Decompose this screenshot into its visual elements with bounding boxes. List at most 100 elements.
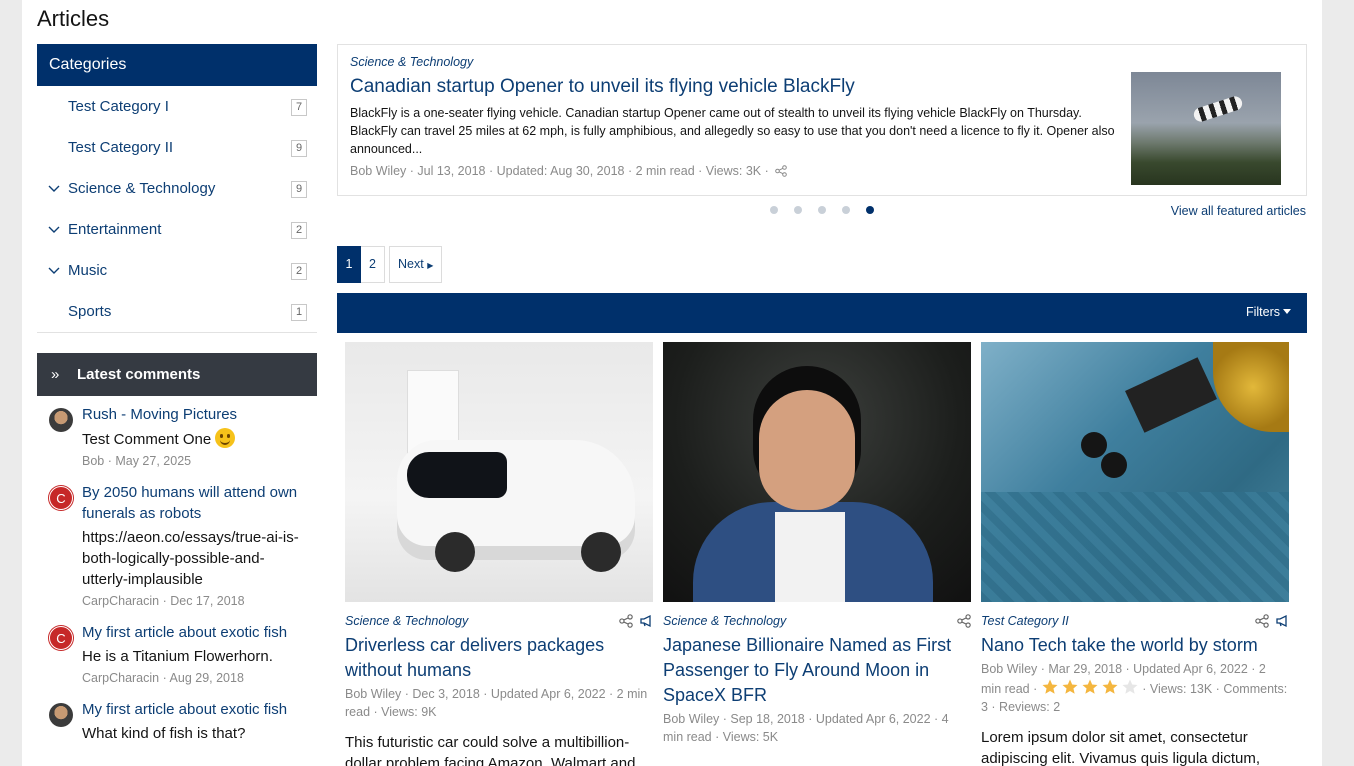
- article-image[interactable]: [345, 342, 653, 602]
- carousel-dot-active[interactable]: [866, 206, 874, 214]
- article-card: Science & Technology Driverless car deli…: [345, 342, 653, 766]
- head-shape: [759, 390, 855, 510]
- article-excerpt: Lorem ipsum dolor sit amet, consectetur …: [981, 729, 1261, 766]
- category-label[interactable]: Music: [68, 250, 107, 291]
- shirt-shape: [775, 512, 845, 602]
- featured-description: BlackFly is a one-seater flying vehicle.…: [350, 106, 1115, 156]
- chevron-down-icon[interactable]: [47, 209, 61, 250]
- featured-category-link[interactable]: Science & Technology: [350, 55, 473, 69]
- category-count-badge: 2: [291, 222, 307, 239]
- comment-item: C My first article about exotic fish He …: [37, 622, 317, 685]
- article-title-link[interactable]: Japanese Billionaire Named as First Pass…: [663, 633, 971, 708]
- featured-meta-text: Bob Wiley · Jul 13, 2018 · Updated: Aug …: [350, 164, 769, 178]
- megaphone-icon[interactable]: [639, 614, 653, 628]
- avatar: [49, 703, 73, 727]
- comment-article-link[interactable]: My first article about exotic fish: [82, 622, 317, 643]
- page-button-2[interactable]: 2: [361, 246, 385, 283]
- carousel-dots: [770, 206, 874, 214]
- caret-right-icon: ▶: [427, 261, 434, 270]
- circuit-board-shape: [981, 492, 1289, 602]
- article-meta: Bob Wiley · Dec 3, 2018 · Updated Apr 6,…: [345, 687, 648, 719]
- category-item-entertainment[interactable]: Entertainment 2: [37, 209, 317, 250]
- chevron-down-icon[interactable]: [47, 168, 61, 209]
- category-label[interactable]: Test Category II: [68, 127, 173, 168]
- category-item-test-category-ii[interactable]: Test Category II 9: [37, 127, 317, 168]
- avatar: [49, 408, 73, 432]
- caret-down-icon: [1283, 309, 1291, 314]
- article-views: · Views: 13K ·: [1142, 682, 1220, 696]
- share-icon[interactable]: [619, 614, 633, 628]
- article-image[interactable]: [663, 342, 971, 602]
- megaphone-icon[interactable]: [1275, 614, 1289, 628]
- category-label[interactable]: Science & Technology: [68, 168, 215, 209]
- article-category: Test Category II: [981, 614, 1289, 628]
- wheel-shape: [581, 532, 621, 572]
- chevron-down-icon[interactable]: [47, 250, 61, 291]
- latest-comments-header: » Latest comments: [37, 353, 317, 396]
- next-page-button[interactable]: Next ▶: [389, 246, 443, 283]
- filters-dropdown[interactable]: Filters: [1246, 305, 1291, 319]
- comment-item: C By 2050 humans will attend own funeral…: [37, 482, 317, 608]
- category-item-sports[interactable]: Sports 1: [37, 291, 317, 332]
- article-title-link[interactable]: Nano Tech take the world by storm: [981, 633, 1289, 658]
- article-category-link[interactable]: Science & Technology: [663, 614, 786, 628]
- star-filled-icon[interactable]: [1041, 678, 1059, 696]
- carousel-dot[interactable]: [842, 206, 850, 214]
- star-filled-icon[interactable]: [1081, 678, 1099, 696]
- flying-vehicle-shape: [1192, 94, 1244, 124]
- article-category-link[interactable]: Test Category II: [981, 614, 1069, 628]
- comment-text: What kind of fish is that?: [82, 725, 246, 742]
- wheel-shape: [435, 532, 475, 572]
- car-window-shape: [407, 452, 507, 498]
- category-item-science-technology[interactable]: Science & Technology 9: [37, 168, 317, 209]
- featured-image[interactable]: [1131, 72, 1281, 185]
- comment-article-link[interactable]: By 2050 humans will attend own funerals …: [82, 482, 317, 524]
- star-filled-icon[interactable]: [1101, 678, 1119, 696]
- category-count-badge: 9: [291, 140, 307, 157]
- article-category: Science & Technology: [663, 614, 971, 628]
- share-icon[interactable]: [775, 165, 788, 177]
- star-filled-icon[interactable]: [1061, 678, 1079, 696]
- featured-title-link[interactable]: Canadian startup Opener to unveil its fl…: [350, 76, 855, 98]
- comment-text: https://aeon.co/essays/true-ai-is-both-l…: [82, 529, 299, 588]
- view-all-featured-link[interactable]: View all featured articles: [1171, 204, 1306, 218]
- article-title-link[interactable]: Driverless car delivers packages without…: [345, 633, 653, 683]
- category-count-badge: 9: [291, 181, 307, 198]
- comment-text-content: Test Comment One: [82, 431, 212, 448]
- filter-bar: Filters: [337, 293, 1307, 333]
- article-image[interactable]: [981, 342, 1289, 602]
- chip-shape: [1125, 357, 1217, 433]
- comment-article-link[interactable]: Rush - Moving Pictures: [82, 404, 317, 425]
- category-count-badge: 1: [291, 304, 307, 321]
- featured-article: Science & Technology Canadian startup Op…: [337, 44, 1307, 196]
- category-item-music[interactable]: Music 2: [37, 250, 317, 291]
- page-button-1[interactable]: 1: [337, 246, 361, 283]
- carousel-dot[interactable]: [794, 206, 802, 214]
- share-icon[interactable]: [957, 614, 971, 628]
- page: Articles Categories Test Category I 7 Te…: [22, 0, 1322, 766]
- carousel-dot[interactable]: [770, 206, 778, 214]
- category-label[interactable]: Sports: [68, 291, 111, 332]
- category-label[interactable]: Test Category I: [68, 86, 169, 127]
- capacitor-shape: [1101, 452, 1127, 478]
- comment-meta: CarpCharacin · Aug 29, 2018: [82, 671, 244, 685]
- double-chevron-right-icon: »: [51, 366, 60, 383]
- star-empty-icon[interactable]: [1121, 678, 1139, 696]
- avatar: C: [49, 626, 73, 650]
- filters-label: Filters: [1245, 305, 1280, 319]
- share-icon[interactable]: [1255, 614, 1269, 628]
- category-label[interactable]: Entertainment: [68, 209, 161, 250]
- carousel-dot[interactable]: [818, 206, 826, 214]
- categories-header: Categories: [37, 44, 317, 86]
- category-count-badge: 2: [291, 263, 307, 280]
- card-actions: [957, 614, 971, 628]
- comment-item: Rush - Moving Pictures Test Comment One …: [37, 404, 317, 468]
- star-rating[interactable]: [1041, 678, 1139, 696]
- latest-comments-title: Latest comments: [77, 366, 201, 383]
- comment-article-link[interactable]: My first article about exotic fish: [82, 699, 317, 720]
- category-item-test-category-i[interactable]: Test Category I 7: [37, 86, 317, 127]
- pagination: 1 2 Next ▶: [337, 246, 446, 283]
- gold-component-shape: [1213, 342, 1289, 432]
- sidebar: Categories Test Category I 7 Test Catego…: [37, 44, 317, 744]
- article-category-link[interactable]: Science & Technology: [345, 614, 468, 628]
